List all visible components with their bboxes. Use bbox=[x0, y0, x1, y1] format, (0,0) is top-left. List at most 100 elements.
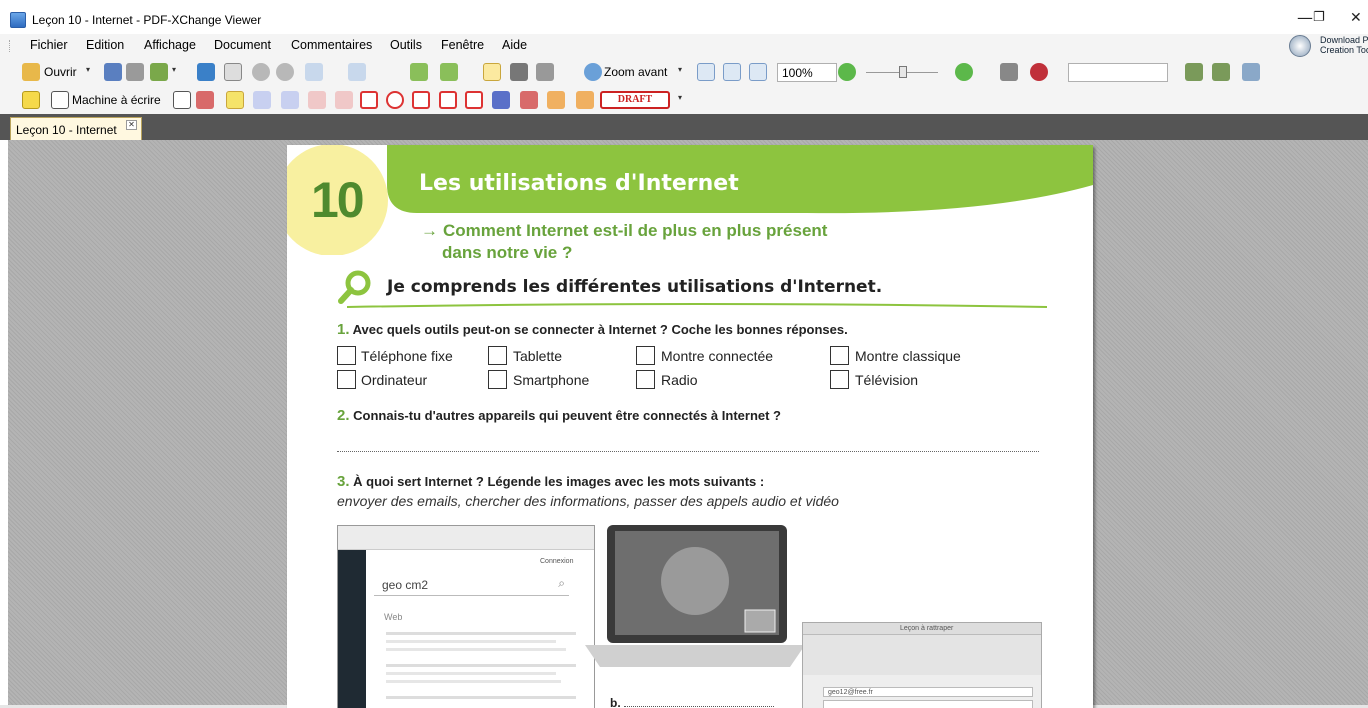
checkbox-radio[interactable] bbox=[636, 370, 655, 389]
menu-edition[interactable]: Edition bbox=[86, 38, 124, 52]
open-dropdown[interactable]: ▾ bbox=[86, 65, 90, 74]
grip-handle[interactable] bbox=[9, 40, 12, 52]
strikeout-icon[interactable] bbox=[253, 91, 271, 109]
question-3-words: envoyer des emails, chercher des informa… bbox=[337, 493, 839, 509]
option-label: Montre classique bbox=[855, 348, 961, 364]
forward-icon[interactable] bbox=[276, 63, 294, 81]
scan-icon[interactable] bbox=[197, 63, 215, 81]
rectangle-tool-icon[interactable] bbox=[360, 91, 378, 109]
question-3-number: 3. bbox=[337, 473, 350, 490]
pin-icon[interactable] bbox=[492, 91, 510, 109]
zoom-slider-thumb[interactable] bbox=[899, 66, 907, 78]
arrow-tool-icon[interactable] bbox=[308, 91, 326, 109]
restore-button[interactable]: ❐ bbox=[1313, 10, 1325, 25]
menu-fichier[interactable]: Fichier bbox=[30, 38, 68, 52]
search-box: geo cm2 ⌕ bbox=[374, 574, 569, 596]
rotate-right-icon[interactable] bbox=[440, 63, 458, 81]
undo-icon[interactable] bbox=[305, 63, 323, 81]
typewriter-icon[interactable] bbox=[51, 91, 69, 109]
email-dropdown[interactable]: ▾ bbox=[172, 65, 176, 74]
result-line bbox=[386, 696, 576, 699]
search-prev-icon[interactable] bbox=[1212, 63, 1230, 81]
zoom-level-combo[interactable]: 100% bbox=[777, 63, 837, 82]
highlight-icon[interactable] bbox=[226, 91, 244, 109]
zoom-in-icon[interactable] bbox=[584, 63, 602, 81]
menu-affichage[interactable]: Affichage bbox=[144, 38, 196, 52]
polygon-tool-icon[interactable] bbox=[412, 91, 430, 109]
lesson-title: Les utilisations d'Internet bbox=[419, 171, 739, 196]
typewriter-label[interactable]: Machine à écrire bbox=[72, 93, 161, 107]
tab-label: Leçon 10 - Internet bbox=[16, 123, 117, 137]
callout-icon[interactable] bbox=[196, 91, 214, 109]
connexion-label: Connexion bbox=[540, 558, 574, 565]
checkbox-tablette[interactable] bbox=[488, 346, 507, 365]
question-1-text: Avec quels outils peut-on se connecter à… bbox=[352, 322, 848, 337]
search-field[interactable] bbox=[1068, 63, 1168, 82]
checkbox-television[interactable] bbox=[830, 370, 849, 389]
web-tab-label: Web bbox=[384, 612, 403, 622]
print-icon[interactable] bbox=[126, 63, 144, 81]
zoom-in-label[interactable]: Zoom avant bbox=[604, 65, 667, 79]
redo-icon[interactable] bbox=[348, 63, 366, 81]
sticky-note-icon[interactable] bbox=[22, 91, 40, 109]
answer-line[interactable] bbox=[337, 451, 1039, 452]
menu-document[interactable]: Document bbox=[214, 38, 271, 52]
snapshot-icon[interactable] bbox=[510, 63, 528, 81]
search-binoculars-icon[interactable] bbox=[1000, 63, 1018, 81]
checkbox-ordinateur[interactable] bbox=[337, 370, 356, 389]
result-line bbox=[386, 672, 556, 675]
open-folder-icon[interactable] bbox=[22, 63, 40, 81]
ocr-icon[interactable] bbox=[224, 63, 242, 81]
text-box-icon[interactable] bbox=[173, 91, 191, 109]
actual-size-icon[interactable] bbox=[697, 63, 715, 81]
checkbox-smartphone[interactable] bbox=[488, 370, 507, 389]
fit-width-icon[interactable] bbox=[749, 63, 767, 81]
search-next-icon[interactable] bbox=[1185, 63, 1203, 81]
result-line bbox=[386, 680, 561, 683]
hand-tool-icon[interactable] bbox=[483, 63, 501, 81]
ask-icon[interactable] bbox=[1030, 63, 1048, 81]
question-2-number: 2. bbox=[337, 407, 350, 424]
select-text-icon[interactable] bbox=[536, 63, 554, 81]
checkbox-montre-classique[interactable] bbox=[830, 346, 849, 365]
save-icon[interactable] bbox=[104, 63, 122, 81]
back-icon[interactable] bbox=[252, 63, 270, 81]
result-line bbox=[386, 648, 566, 651]
pdf-page[interactable]: 10 Les utilisations d'Internet → Comment … bbox=[287, 145, 1093, 708]
eraser-icon[interactable] bbox=[547, 91, 565, 109]
polyline-tool-icon[interactable] bbox=[439, 91, 457, 109]
checkbox-telephone-fixe[interactable] bbox=[337, 346, 356, 365]
result-line bbox=[386, 632, 576, 635]
app-icon bbox=[10, 12, 26, 28]
menu-commentaires[interactable]: Commentaires bbox=[291, 38, 372, 52]
lesson-number: 10 bbox=[311, 172, 365, 228]
line-tool-icon[interactable] bbox=[335, 91, 353, 109]
zoom-in-plus-icon[interactable] bbox=[955, 63, 973, 81]
menu-fenetre[interactable]: Fenêtre bbox=[441, 38, 484, 52]
tools-icon[interactable] bbox=[1242, 63, 1260, 81]
caption-b-line[interactable] bbox=[624, 706, 774, 707]
oval-tool-icon[interactable] bbox=[386, 91, 404, 109]
open-button-label[interactable]: Ouvrir bbox=[44, 65, 77, 79]
zoom-level-value: 100% bbox=[782, 66, 813, 80]
fit-page-icon[interactable] bbox=[723, 63, 741, 81]
zoom-in-dropdown[interactable]: ▾ bbox=[678, 65, 682, 74]
tab-lecon-10[interactable]: Leçon 10 - Internet ✕ bbox=[10, 117, 142, 140]
underline-icon[interactable] bbox=[281, 91, 299, 109]
cloud-tool-icon[interactable] bbox=[465, 91, 483, 109]
email-icon[interactable] bbox=[150, 63, 168, 81]
checkbox-montre-connectee[interactable] bbox=[636, 346, 655, 365]
download-button[interactable]: Download P Creation Too bbox=[1286, 32, 1368, 60]
draft-stamp[interactable]: DRAFT bbox=[600, 91, 670, 109]
stamp-icon[interactable] bbox=[576, 91, 594, 109]
menu-aide[interactable]: Aide bbox=[502, 38, 527, 52]
close-button[interactable]: ✕ bbox=[1350, 10, 1362, 26]
stamp-dropdown[interactable]: ▾ bbox=[678, 93, 682, 102]
option-label: Tablette bbox=[513, 348, 563, 364]
rotate-left-icon[interactable] bbox=[410, 63, 428, 81]
menu-outils[interactable]: Outils bbox=[390, 38, 422, 52]
pencil-icon[interactable] bbox=[520, 91, 538, 109]
minimize-button[interactable]: — bbox=[1297, 8, 1313, 27]
zoom-out-icon[interactable] bbox=[838, 63, 856, 81]
tab-close-icon[interactable]: ✕ bbox=[126, 120, 137, 130]
